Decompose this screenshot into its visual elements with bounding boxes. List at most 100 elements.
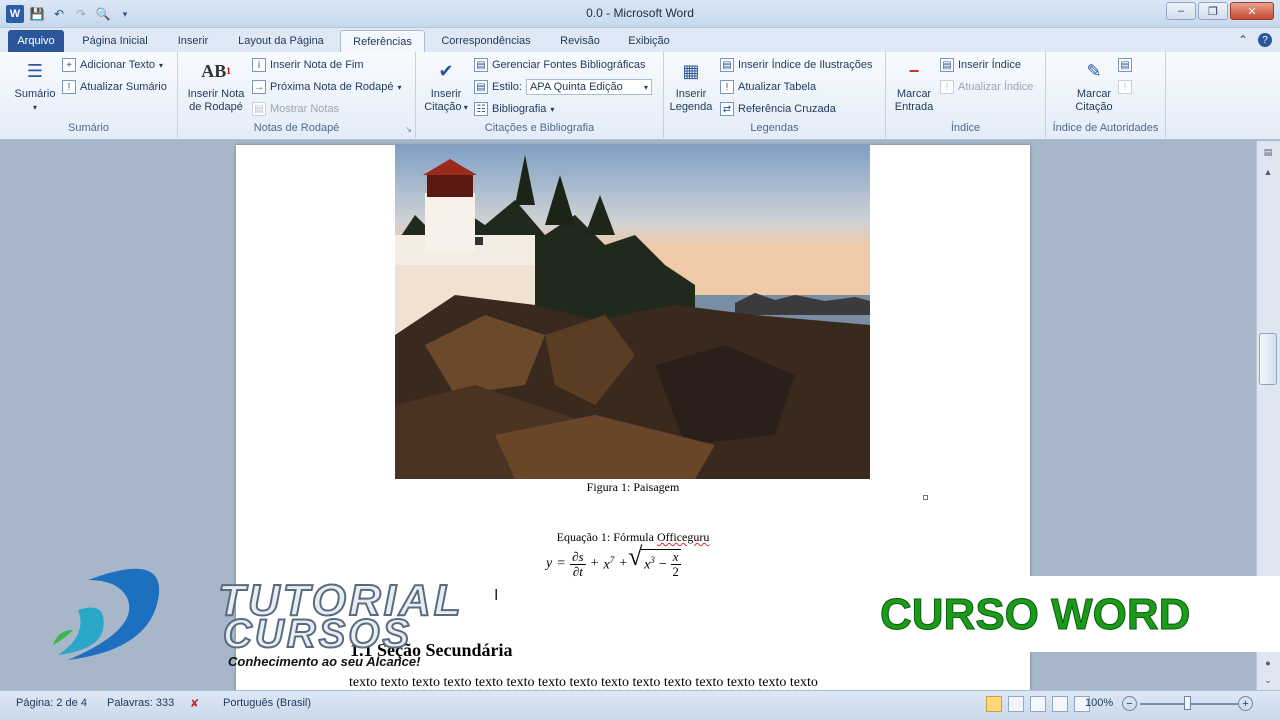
- update-table-icon: !: [720, 80, 734, 94]
- update-toc-button[interactable]: ! Atualizar Sumário: [62, 78, 167, 96]
- sumario-label: Sumário: [14, 88, 56, 100]
- update-toc-label: Atualizar Sumário: [80, 81, 167, 93]
- next-footnote-button[interactable]: → Próxima Nota de Rodapé ▾: [252, 78, 402, 96]
- word-count[interactable]: Palavras: 333: [107, 697, 174, 709]
- update-index-icon: !: [940, 80, 954, 94]
- insert-table-figures-button[interactable]: ▤ Inserir Índice de Ilustrações: [720, 56, 873, 74]
- group-autoridades: ✎ Marcar Citação ▤ ! Índice de Autoridad…: [1046, 52, 1166, 138]
- full-screen-reading-icon[interactable]: [1008, 696, 1024, 712]
- table-of-contents-icon: ☰: [26, 60, 44, 81]
- manage-sources-label: Gerenciar Fontes Bibliográficas: [492, 59, 646, 71]
- citation-icon: ✔: [438, 60, 454, 81]
- ruler-toggle-icon[interactable]: ▤: [1260, 145, 1276, 159]
- mark-citation-label2: Citação: [1075, 101, 1113, 113]
- manage-sources-button[interactable]: ▤ Gerenciar Fontes Bibliográficas: [474, 56, 645, 74]
- update-table-button[interactable]: ! Atualizar Tabela: [720, 78, 816, 96]
- equation-formula[interactable]: y= ∂s∂t + x7 + x3−x2: [546, 542, 681, 579]
- cross-reference-label: Referência Cruzada: [738, 103, 836, 115]
- selection-handle[interactable]: [923, 495, 928, 500]
- collapse-ribbon-icon[interactable]: ⌃: [1238, 33, 1248, 47]
- bibliography-icon: ☷: [474, 102, 488, 116]
- tab-revisao[interactable]: Revisão: [550, 30, 610, 52]
- language-indicator[interactable]: Português (Brasil): [223, 697, 311, 709]
- endnote-icon: i: [252, 58, 266, 72]
- group-label-legendas: Legendas: [750, 122, 799, 134]
- help-icon[interactable]: ?: [1258, 33, 1272, 47]
- insert-toa-button[interactable]: ▤: [1118, 56, 1132, 74]
- group-label-sumario: Sumário: [68, 122, 109, 134]
- scrollbar-thumb[interactable]: [1259, 333, 1277, 385]
- mark-citation-label1: Marcar: [1076, 88, 1112, 100]
- show-notes-icon: ▤: [252, 102, 266, 116]
- next-footnote-icon: →: [252, 80, 266, 94]
- web-layout-icon[interactable]: [1030, 696, 1046, 712]
- next-page-icon[interactable]: ⌄: [1260, 673, 1276, 687]
- footnote-dialog-launcher-icon[interactable]: ↘: [405, 125, 412, 134]
- show-notes-button[interactable]: ▤ Mostrar Notas: [252, 100, 339, 118]
- tab-exibicao[interactable]: Exibição: [616, 30, 682, 52]
- sumario-button[interactable]: ☰ Sumário ▾: [10, 56, 60, 114]
- zoom-out-icon[interactable]: −: [1122, 696, 1137, 711]
- view-buttons: [986, 696, 1090, 712]
- insert-caption-button[interactable]: ▦ Inserir Legenda: [666, 56, 716, 114]
- group-citacoes: ✔ Inserir Citação ▾ ▤ Gerenciar Fontes B…: [416, 52, 664, 138]
- text-cursor-icon: I: [494, 587, 499, 604]
- manage-sources-icon: ▤: [474, 58, 488, 72]
- insert-endnote-button[interactable]: i Inserir Nota de Fim: [252, 56, 364, 74]
- insert-table-figures-label: Inserir Índice de Ilustrações: [738, 59, 873, 71]
- tab-pagina-inicial[interactable]: Página Inicial: [70, 30, 160, 52]
- browse-object-icon[interactable]: ●: [1260, 656, 1276, 670]
- style-label: Estilo:: [492, 81, 522, 93]
- tab-inserir[interactable]: Inserir: [166, 30, 220, 52]
- insert-caption-label1: Inserir: [675, 88, 707, 100]
- style-select[interactable]: APA Quinta Edição ▾: [525, 79, 652, 95]
- equation-caption-word: Officeguru: [656, 530, 710, 544]
- landscape-image[interactable]: [395, 145, 870, 479]
- brand-slogan: Conhecimento ao seu Alcance!: [228, 654, 421, 669]
- mark-citation-icon: ✎: [1086, 60, 1102, 81]
- insert-footnote-button[interactable]: AB 1 Inserir Nota de Rodapé: [182, 56, 250, 114]
- insert-index-button[interactable]: ▤ Inserir Índice: [940, 56, 1021, 74]
- cross-reference-button[interactable]: ⇄ Referência Cruzada: [720, 100, 836, 118]
- insert-caption-label2: Legenda: [669, 101, 713, 113]
- mark-citation-button[interactable]: ✎ Marcar Citação: [1066, 56, 1122, 114]
- group-sumario: ☰ Sumário ▾ + Adicionar Texto ▾ ! Atualiz…: [0, 52, 178, 138]
- add-text-label: Adicionar Texto: [80, 59, 156, 71]
- tab-arquivo[interactable]: Arquivo: [8, 30, 64, 52]
- title-bar: W 💾 ↶ ↷ 🔍 ▾ 0.0 - Microsoft Word – ❐ ✕: [0, 0, 1280, 28]
- group-indice: − Marcar Entrada ▤ Inserir Índice ! Atua…: [886, 52, 1046, 138]
- figure-caption[interactable]: Figura 1: Paisagem: [236, 480, 1030, 495]
- course-title: CURSO WORD: [879, 590, 1191, 640]
- scroll-up-icon[interactable]: ▲: [1260, 165, 1276, 179]
- restore-button[interactable]: ❐: [1198, 2, 1228, 20]
- ribbon: ☰ Sumário ▾ + Adicionar Texto ▾ ! Atualiz…: [0, 52, 1280, 140]
- zoom-level[interactable]: 100%: [1085, 697, 1113, 709]
- tab-layout[interactable]: Layout da Página: [226, 30, 336, 52]
- minimize-button[interactable]: –: [1166, 2, 1196, 20]
- update-table-label: Atualizar Tabela: [738, 81, 817, 93]
- add-text-button[interactable]: + Adicionar Texto ▾: [62, 56, 163, 74]
- tutorial-cursos-logo: TUTORIAL CURSOS Conhecimento ao seu Alca…: [48, 560, 462, 680]
- insert-citation-button[interactable]: ✔ Inserir Citação ▾: [422, 56, 470, 114]
- swoosh-logo-icon: [53, 568, 160, 660]
- tab-referencias[interactable]: Referências: [340, 30, 425, 52]
- mark-entry-button[interactable]: − Marcar Entrada: [888, 56, 940, 114]
- update-toa-icon: !: [1118, 80, 1132, 94]
- print-layout-icon[interactable]: [986, 696, 1002, 712]
- update-toa-button[interactable]: !: [1118, 78, 1132, 96]
- lighthouse-photo: [395, 145, 870, 479]
- outline-icon[interactable]: [1052, 696, 1068, 712]
- insert-footnote-label2: de Rodapé: [189, 101, 243, 113]
- next-footnote-label: Próxima Nota de Rodapé: [270, 81, 394, 93]
- tab-correspondencias[interactable]: Correspondências: [430, 30, 542, 52]
- zoom-in-icon[interactable]: +: [1238, 696, 1253, 711]
- proofing-icon[interactable]: ✘: [190, 697, 199, 710]
- close-button[interactable]: ✕: [1230, 2, 1274, 20]
- update-index-button[interactable]: ! Atualizar Índice: [940, 78, 1033, 96]
- add-text-icon: +: [62, 58, 76, 72]
- page-count[interactable]: Página: 2 de 4: [16, 697, 87, 709]
- mark-entry-label2: Entrada: [894, 101, 934, 113]
- zoom-slider-thumb[interactable]: [1184, 696, 1191, 710]
- insert-footnote-label1: Inserir Nota: [187, 88, 245, 100]
- bibliography-button[interactable]: ☷ Bibliografia ▾: [474, 100, 554, 118]
